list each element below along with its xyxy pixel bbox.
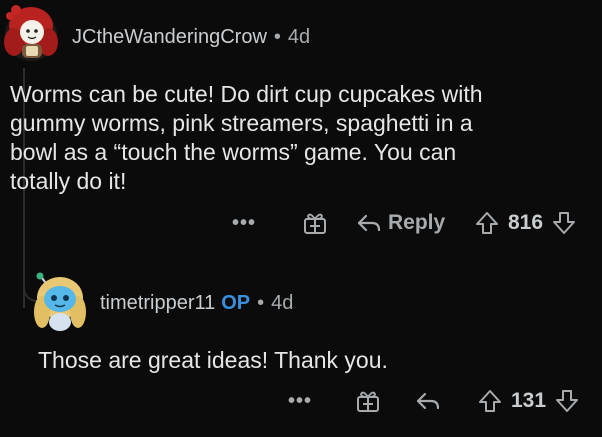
downvote-button[interactable]	[551, 210, 577, 236]
upvote-arrow-icon	[479, 390, 501, 412]
avatar-red-hair-girl-icon	[4, 5, 58, 61]
username[interactable]: timetripper11	[100, 292, 215, 315]
upvote-button[interactable]	[474, 210, 500, 236]
separator-dot: •	[257, 292, 265, 314]
more-options-button[interactable]: •••	[232, 212, 256, 235]
gift-icon	[357, 391, 379, 412]
upvote-button[interactable]	[477, 388, 503, 414]
reply-arrow-icon	[416, 392, 440, 410]
more-options-button[interactable]: •••	[288, 390, 312, 413]
downvote-button[interactable]	[554, 388, 580, 414]
comment-header: timetripper11 OP • 4d	[100, 292, 293, 315]
vote-controls: 131	[477, 388, 580, 414]
op-badge: OP	[221, 292, 251, 314]
separator-dot: •	[273, 26, 281, 48]
comment-age: 4d	[271, 292, 294, 314]
comment-actions: ••• Reply 816	[0, 208, 602, 240]
give-award-button[interactable]	[302, 210, 328, 236]
reply-button[interactable]	[415, 388, 441, 414]
reply-arrow-icon	[357, 214, 381, 232]
vote-count: 131	[511, 389, 547, 412]
comment-header: JCtheWanderingCrow • 4d	[72, 26, 310, 49]
reply-label: Reply	[388, 211, 446, 234]
upvote-arrow-icon	[476, 212, 498, 234]
comment-body: Worms can be cute! Do dirt cup cupcakes …	[10, 81, 483, 194]
reply-button[interactable]: Reply	[356, 210, 445, 236]
avatar[interactable]	[30, 268, 88, 339]
avatar-blue-snoo-icon	[34, 272, 86, 331]
avatar[interactable]	[2, 2, 60, 67]
gift-icon	[304, 213, 326, 234]
comment-body: Those are great ideas! Thank you.	[38, 347, 388, 373]
vote-count: 816	[508, 211, 544, 234]
downvote-arrow-icon	[556, 390, 579, 412]
downvote-arrow-icon	[553, 212, 576, 234]
username[interactable]: JCtheWanderingCrow	[72, 26, 267, 49]
give-award-button[interactable]	[355, 388, 381, 414]
comment-age: 4d	[287, 26, 311, 48]
comment-actions: ••• 131	[0, 386, 602, 418]
vote-controls: 816	[474, 210, 577, 236]
